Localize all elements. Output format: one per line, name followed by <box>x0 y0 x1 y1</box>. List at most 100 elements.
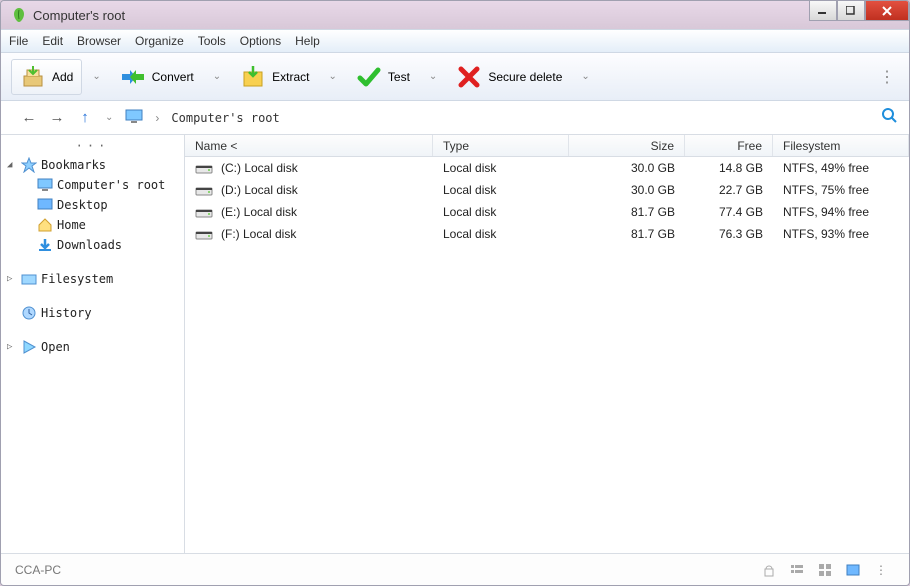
cell-type: Local disk <box>433 183 569 197</box>
sidebar-item-label: Desktop <box>57 198 108 212</box>
menu-edit[interactable]: Edit <box>42 34 63 48</box>
menu-tools[interactable]: Tools <box>198 34 226 48</box>
disk-icon <box>195 206 213 218</box>
lock-icon[interactable] <box>759 560 779 580</box>
breadcrumb-path[interactable]: Computer's root <box>171 111 279 125</box>
secure-delete-icon <box>456 64 482 90</box>
convert-dropdown[interactable]: ⌄ <box>209 71 225 82</box>
cell-name: (F:) Local disk <box>221 227 296 241</box>
secure-delete-dropdown[interactable]: ⌄ <box>577 71 593 82</box>
caret-icon: ▷ <box>7 342 17 352</box>
sidebar-item-downloads[interactable]: Downloads <box>3 235 182 255</box>
maximize-button[interactable] <box>837 1 865 21</box>
cell-type: Local disk <box>433 205 569 219</box>
view-list-icon[interactable] <box>787 560 807 580</box>
sidebar-history-label: History <box>41 306 92 320</box>
breadcrumb-separator: › <box>155 111 159 125</box>
sidebar-item-label: Home <box>57 218 86 232</box>
secure-delete-label: Secure delete <box>488 70 562 84</box>
desktop-icon <box>37 197 53 213</box>
nav-up[interactable]: ↑ <box>77 109 93 126</box>
toolbar-overflow[interactable]: ⋮ <box>873 67 899 87</box>
cell-name: (E:) Local disk <box>221 205 297 219</box>
extract-button[interactable]: Extract <box>231 59 318 95</box>
cell-name: (C:) Local disk <box>221 161 298 175</box>
cell-free: 76.3 GB <box>685 227 773 241</box>
sidebar: ··· ◢ Bookmarks Computer's root Desktop … <box>1 135 185 553</box>
close-button[interactable] <box>865 1 909 21</box>
sidebar-open-label: Open <box>41 340 70 354</box>
add-icon <box>20 64 46 90</box>
header-name[interactable]: Name < <box>185 135 433 156</box>
convert-label: Convert <box>152 70 194 84</box>
view-thumbnail-icon[interactable] <box>843 560 863 580</box>
cell-free: 22.7 GB <box>685 183 773 197</box>
caret-icon: ◢ <box>7 160 17 170</box>
extract-dropdown[interactable]: ⌄ <box>325 71 341 82</box>
sidebar-bookmarks-label: Bookmarks <box>41 158 106 172</box>
menu-organize[interactable]: Organize <box>135 34 184 48</box>
list-row[interactable]: (F:) Local diskLocal disk81.7 GB76.3 GBN… <box>185 223 909 245</box>
header-size[interactable]: Size <box>569 135 685 156</box>
menubar: File Edit Browser Organize Tools Options… <box>1 29 909 53</box>
sidebar-bookmarks[interactable]: ◢ Bookmarks <box>3 155 182 175</box>
sidebar-item-desktop[interactable]: Desktop <box>3 195 182 215</box>
nav-forward[interactable]: → <box>49 109 65 126</box>
secure-delete-button[interactable]: Secure delete <box>447 59 571 95</box>
cell-size: 81.7 GB <box>569 205 685 219</box>
sidebar-history[interactable]: History <box>3 303 182 323</box>
window-title: Computer's root <box>33 8 125 23</box>
search-icon[interactable] <box>881 107 897 128</box>
app-icon <box>11 7 27 23</box>
list-row[interactable]: (E:) Local disk Local disk81.7 GB77.4 GBN… <box>185 201 909 223</box>
menu-help[interactable]: Help <box>295 34 320 48</box>
disk-icon <box>195 228 213 240</box>
header-filesystem[interactable]: Filesystem <box>773 135 909 156</box>
add-button[interactable]: Add <box>11 59 82 95</box>
play-icon <box>21 339 37 355</box>
sidebar-item-label: Computer's root <box>57 178 165 192</box>
status-host: CCA-PC <box>15 563 61 577</box>
monitor-icon <box>125 109 143 126</box>
cell-name: (D:) Local disk <box>221 183 298 197</box>
sidebar-filesystem[interactable]: ▷ Filesystem <box>3 269 182 289</box>
sidebar-item-home[interactable]: Home <box>3 215 182 235</box>
add-dropdown[interactable]: ⌄ <box>88 71 104 82</box>
cell-filesystem: NTFS, 94% free <box>773 205 909 219</box>
menu-options[interactable]: Options <box>240 34 281 48</box>
extract-icon <box>240 64 266 90</box>
nav-history-dropdown[interactable]: ⌄ <box>105 112 113 123</box>
test-button[interactable]: Test <box>347 59 419 95</box>
statusbar: CCA-PC ⋮ <box>1 553 909 585</box>
convert-button[interactable]: Convert <box>111 59 203 95</box>
header-free[interactable]: Free <box>685 135 773 156</box>
nav-back[interactable]: ← <box>21 109 37 126</box>
sidebar-open[interactable]: ▷ Open <box>3 337 182 357</box>
cell-filesystem: NTFS, 49% free <box>773 161 909 175</box>
disk-icon <box>195 184 213 196</box>
sidebar-handle[interactable]: ··· <box>3 139 182 155</box>
minimize-button[interactable] <box>809 1 837 21</box>
navigation-bar: ← → ↑ ⌄ › Computer's root <box>1 101 909 135</box>
menu-browser[interactable]: Browser <box>77 34 121 48</box>
caret-icon: ▷ <box>7 274 17 284</box>
list-row[interactable]: (C:) Local diskLocal disk30.0 GB14.8 GBN… <box>185 157 909 179</box>
add-label: Add <box>52 70 73 84</box>
cell-filesystem: NTFS, 93% free <box>773 227 909 241</box>
cell-type: Local disk <box>433 227 569 241</box>
sidebar-item-computers-root[interactable]: Computer's root <box>3 175 182 195</box>
toolbar: Add ⌄ Convert ⌄ Extract ⌄ Test ⌄ <box>1 53 909 101</box>
download-icon <box>37 237 53 253</box>
sidebar-item-label: Downloads <box>57 238 122 252</box>
list-row[interactable]: (D:) Local diskLocal disk30.0 GB22.7 GBN… <box>185 179 909 201</box>
extract-label: Extract <box>272 70 309 84</box>
titlebar: Computer's root <box>1 1 909 29</box>
menu-file[interactable]: File <box>9 34 28 48</box>
cell-free: 77.4 GB <box>685 205 773 219</box>
header-type[interactable]: Type <box>433 135 569 156</box>
file-list: Name < Type Size Free Filesystem (C:) Lo… <box>185 135 909 553</box>
view-grid-icon[interactable] <box>815 560 835 580</box>
statusbar-overflow[interactable]: ⋮ <box>871 560 891 580</box>
test-dropdown[interactable]: ⌄ <box>425 71 441 82</box>
sidebar-filesystem-label: Filesystem <box>41 272 113 286</box>
